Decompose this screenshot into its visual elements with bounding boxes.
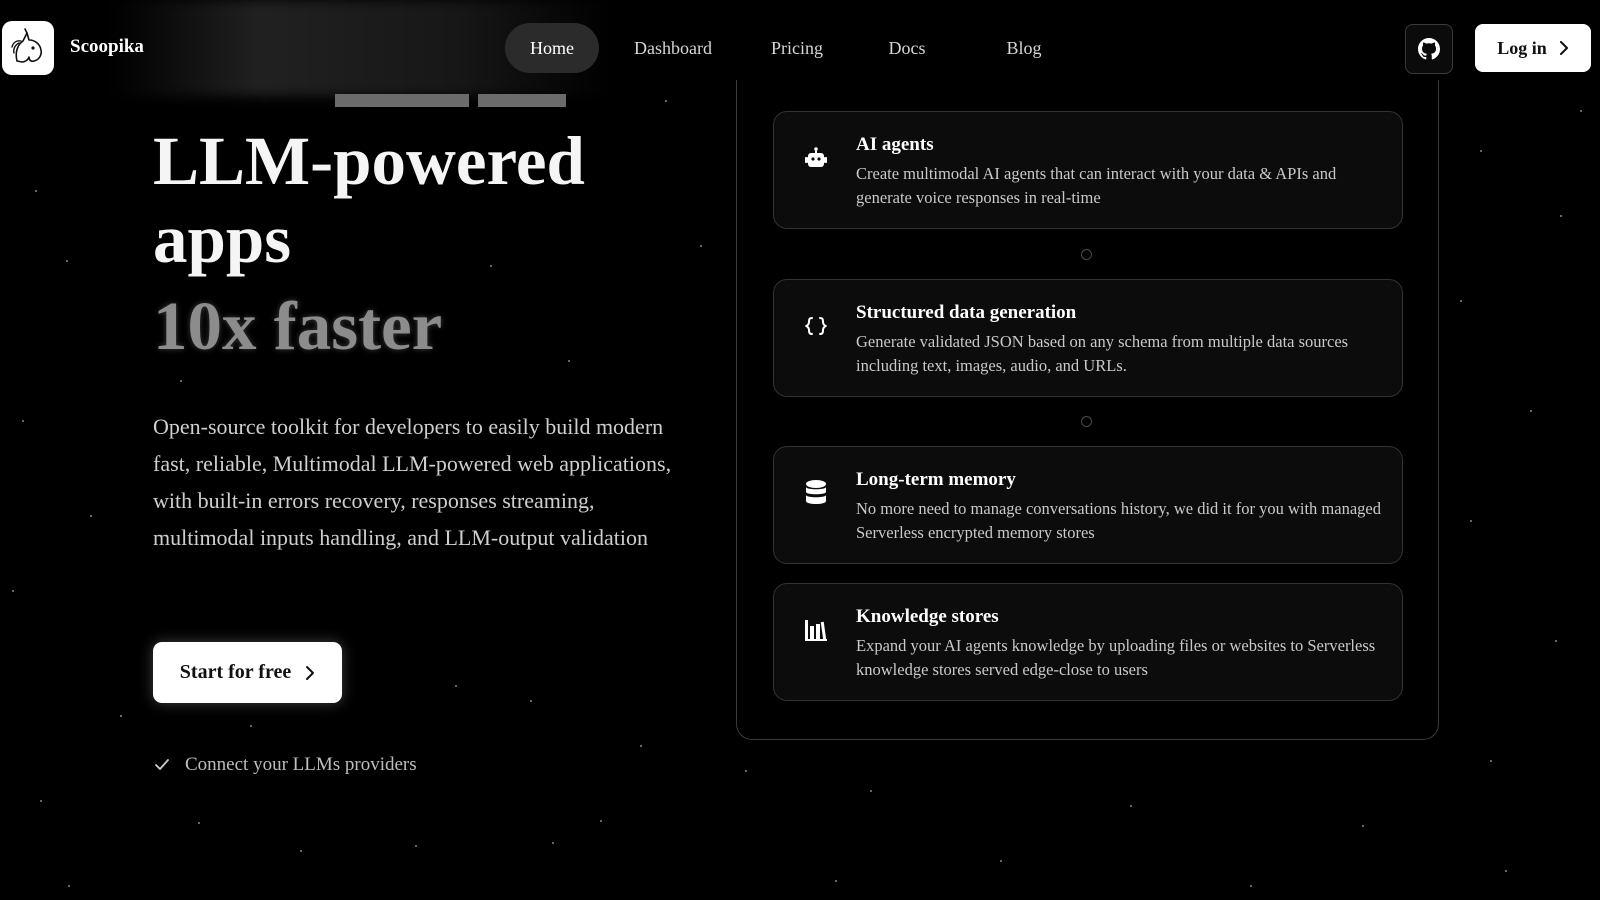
blurred-element bbox=[335, 94, 469, 107]
feature-card-structured-data[interactable]: Structured data generation Generate vali… bbox=[773, 279, 1403, 397]
feature-description: Generate validated JSON based on any sch… bbox=[856, 332, 1349, 375]
feature-card-knowledge-stores[interactable]: Knowledge stores Expand your AI agents k… bbox=[773, 583, 1403, 701]
feature-check-item: Connect your LLMs providers bbox=[155, 754, 417, 776]
nav-dashboard[interactable]: Dashboard bbox=[615, 23, 731, 73]
chevron-right-icon bbox=[306, 665, 315, 680]
chevron-right-icon bbox=[1559, 41, 1568, 55]
check-item-label: Connect your LLMs providers bbox=[185, 754, 417, 775]
nav-home[interactable]: Home bbox=[505, 23, 599, 73]
database-icon bbox=[802, 479, 830, 507]
feature-description: Create multimodal AI agents that can int… bbox=[856, 164, 1337, 207]
connector-dot bbox=[1081, 416, 1092, 427]
library-icon bbox=[802, 616, 830, 644]
nav-blog[interactable]: Blog bbox=[994, 23, 1054, 73]
cta-label: Start for free bbox=[179, 661, 292, 683]
github-icon bbox=[1418, 38, 1440, 60]
login-button[interactable]: Log in bbox=[1475, 24, 1591, 72]
feature-card-long-term-memory[interactable]: Long-term memory No more need to manage … bbox=[773, 446, 1403, 564]
unicorn-logo-icon[interactable] bbox=[2, 21, 54, 75]
connector-dot bbox=[1081, 249, 1092, 260]
check-icon bbox=[155, 759, 169, 770]
feature-title: AI agents bbox=[856, 134, 934, 155]
feature-description: No more need to manage conversations his… bbox=[856, 499, 1381, 542]
github-button[interactable] bbox=[1405, 24, 1453, 74]
feature-card-ai-agents[interactable]: AI agents Create multimodal AI agents th… bbox=[773, 111, 1403, 229]
feature-title: Knowledge stores bbox=[856, 606, 999, 627]
blurred-element bbox=[478, 94, 566, 107]
nav-pricing[interactable]: Pricing bbox=[755, 23, 839, 73]
login-label: Log in bbox=[1497, 37, 1547, 58]
nav-docs[interactable]: Docs bbox=[877, 23, 937, 73]
start-for-free-button[interactable]: Start for free bbox=[153, 642, 342, 703]
hero-highlight: 10x faster bbox=[153, 288, 443, 364]
robot-icon bbox=[802, 144, 830, 172]
brand-name[interactable]: Scoopika bbox=[70, 36, 144, 58]
hero-title: LLM-powered apps bbox=[153, 123, 585, 277]
top-navbar: Scoopika Home Dashboard Pricing Docs Blo… bbox=[0, 0, 1600, 107]
feature-title: Long-term memory bbox=[856, 469, 1016, 490]
main-nav: Home Dashboard Pricing Docs Blog bbox=[505, 23, 1054, 73]
hero-description: Open-source toolkit for developers to ea… bbox=[153, 414, 672, 550]
braces-icon bbox=[802, 312, 830, 340]
feature-description: Expand your AI agents knowledge by uploa… bbox=[856, 636, 1376, 679]
feature-title: Structured data generation bbox=[856, 302, 1077, 323]
